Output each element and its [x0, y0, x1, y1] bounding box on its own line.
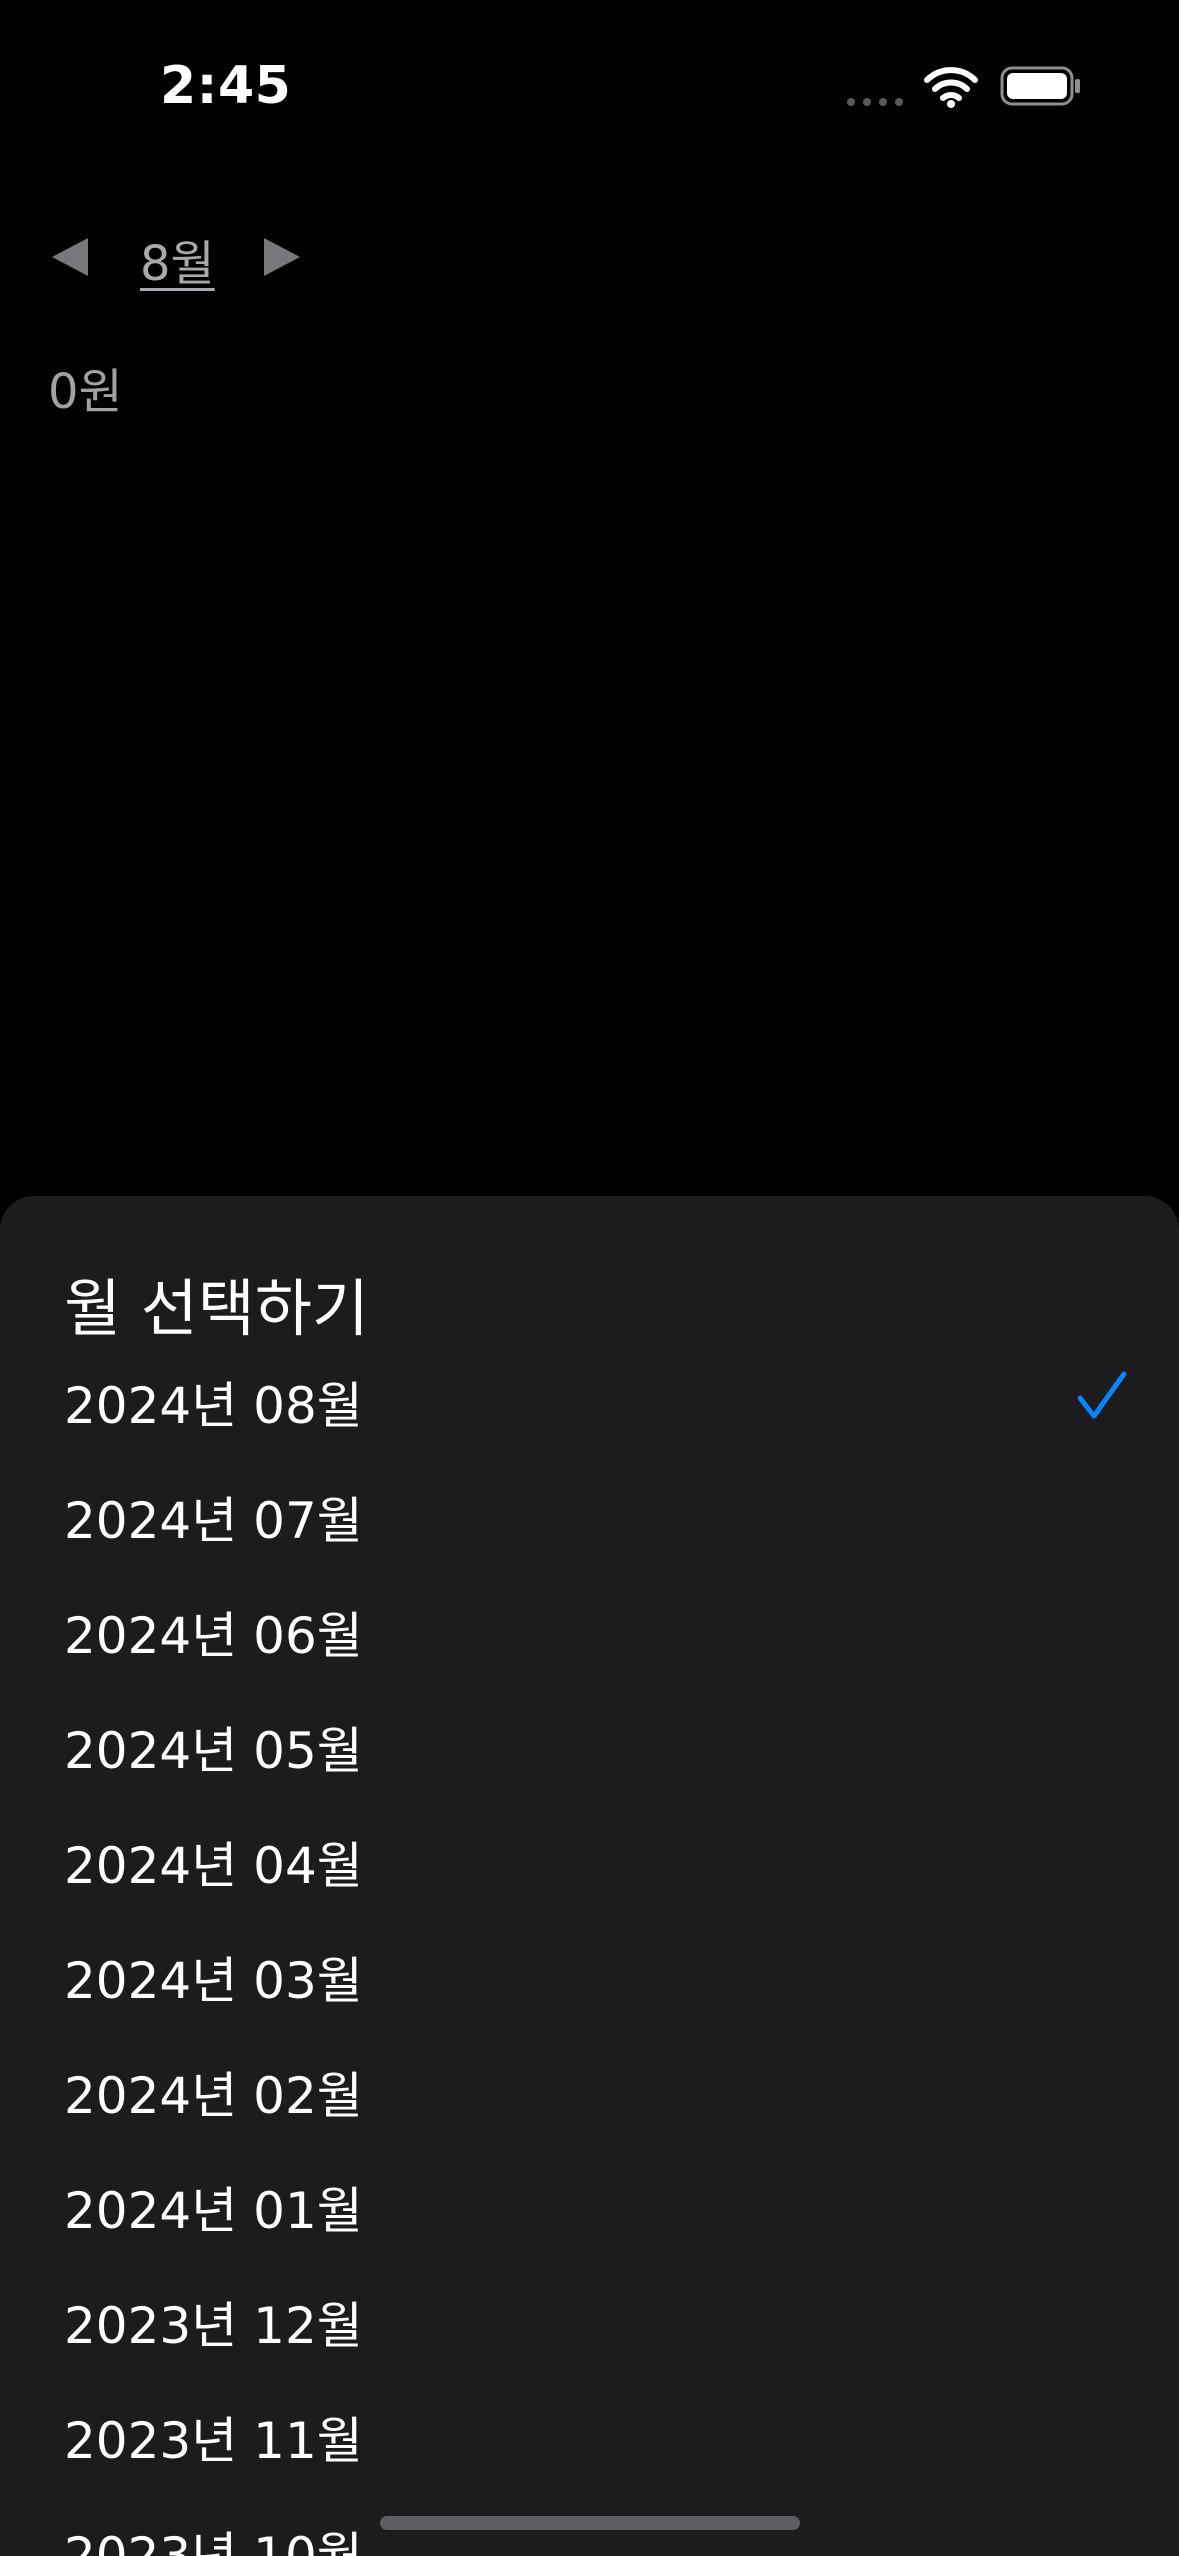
battery-full-icon: [1000, 66, 1080, 106]
month-option-label: 2024년 06월: [64, 1607, 363, 1665]
status-bar: 2:45: [0, 0, 1179, 175]
month-list: 2024년 08월 2024년 07월 2024년 06월 2024년 05월 …: [0, 1338, 1179, 2556]
month-option-label: 2024년 07월: [64, 1492, 363, 1550]
month-option-label: 2023년 10월: [64, 2527, 363, 2556]
triangle-left-icon[interactable]: [48, 234, 94, 280]
sheet-title: 월 선택하기: [64, 1272, 369, 1345]
month-option-label: 2024년 04월: [64, 1837, 363, 1895]
month-option-label: 2024년 05월: [64, 1722, 363, 1780]
month-navigator: 8월: [48, 220, 448, 300]
total-amount: 0원: [48, 364, 123, 420]
home-indicator[interactable]: [380, 2516, 800, 2530]
month-option-label: 2024년 01월: [64, 2182, 363, 2240]
month-option[interactable]: 2024년 03월: [0, 1913, 1179, 2028]
month-option[interactable]: 2024년 02월: [0, 2028, 1179, 2143]
month-option-label: 2023년 12월: [64, 2297, 363, 2355]
wifi-icon: [924, 67, 978, 108]
month-option[interactable]: 2023년 11월: [0, 2373, 1179, 2488]
month-option[interactable]: 2023년 12월: [0, 2258, 1179, 2373]
month-option-label: 2023년 11월: [64, 2412, 363, 2470]
checkmark-icon: [1077, 1371, 1127, 1419]
month-option[interactable]: 2024년 07월: [0, 1453, 1179, 1568]
month-option[interactable]: 2024년 05월: [0, 1683, 1179, 1798]
month-option-label: 2024년 02월: [64, 2067, 363, 2125]
month-option[interactable]: 2024년 01월: [0, 2143, 1179, 2258]
current-month-button[interactable]: 8월: [140, 224, 215, 294]
status-time: 2:45: [160, 56, 292, 116]
cellular-signal-icon: [847, 98, 903, 106]
month-option[interactable]: 2024년 06월: [0, 1568, 1179, 1683]
triangle-right-icon[interactable]: [258, 234, 304, 280]
month-option-label: 2024년 03월: [64, 1952, 363, 2010]
month-option[interactable]: 2024년 08월: [0, 1338, 1179, 1453]
month-option[interactable]: 2024년 04월: [0, 1798, 1179, 1913]
month-picker-sheet: 월 선택하기 2024년 08월 2024년 07월 2024년 06월 202…: [0, 1196, 1179, 2556]
month-option-label: 2024년 08월: [64, 1377, 363, 1435]
